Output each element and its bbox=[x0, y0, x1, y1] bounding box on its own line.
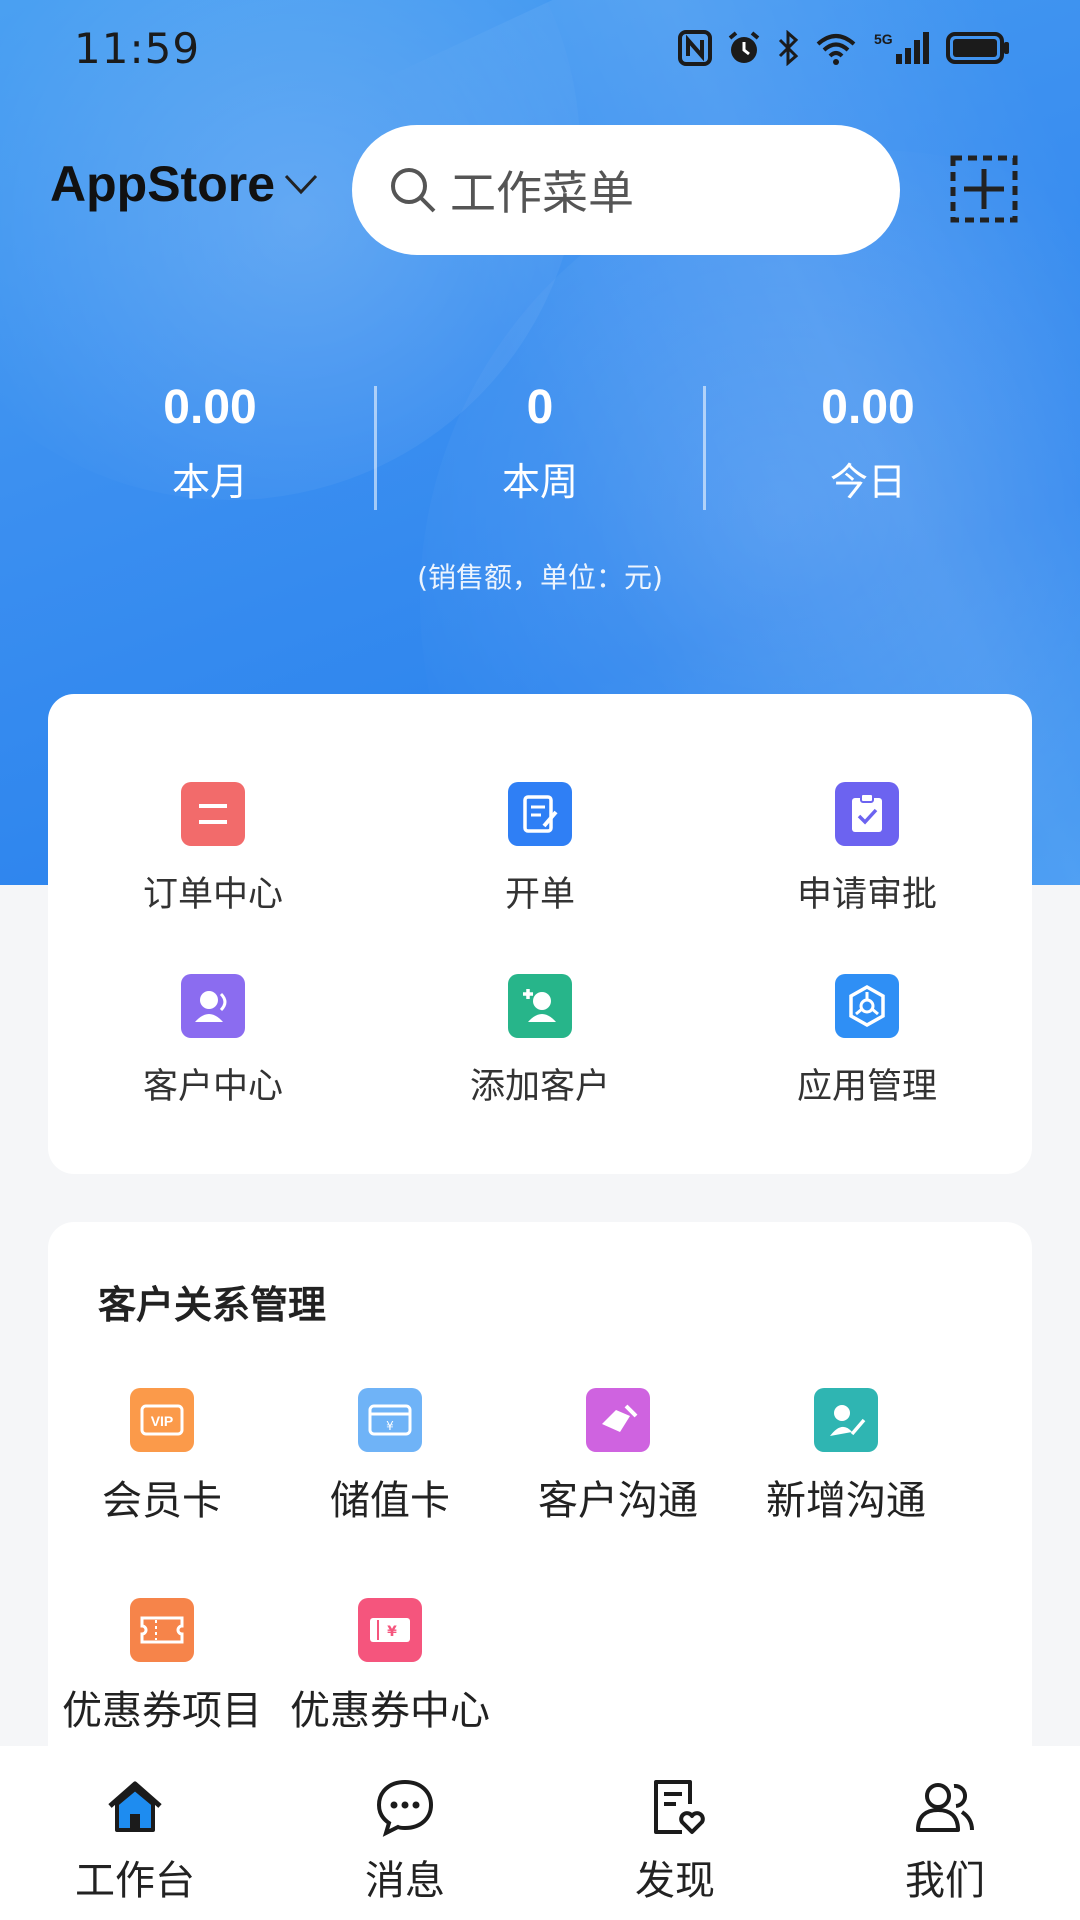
menu-item-order-center[interactable]: 订单中心 bbox=[48, 782, 378, 917]
crm-item-stored-value-card[interactable]: ¥ 储值卡 bbox=[276, 1388, 504, 1526]
app-manage-icon bbox=[835, 974, 899, 1038]
stat-label: 今日 bbox=[829, 460, 906, 504]
create-order-icon bbox=[508, 782, 572, 846]
svg-text:¥: ¥ bbox=[387, 1624, 397, 1640]
stats-note: (销售额，单位：元) bbox=[417, 561, 663, 594]
svg-text:5G: 5G bbox=[874, 31, 893, 47]
coupon-center-icon: ¥ bbox=[358, 1598, 422, 1662]
alarm-icon bbox=[728, 31, 760, 63]
add-customer-icon bbox=[508, 974, 572, 1038]
customer-communication-icon bbox=[586, 1388, 650, 1452]
stat-label: 本周 bbox=[501, 460, 578, 504]
message-icon bbox=[376, 1779, 434, 1837]
tab-label: 发现 bbox=[635, 1858, 715, 1904]
search-placeholder: 工作菜单 bbox=[450, 166, 634, 220]
tab-workbench[interactable]: 工作台 bbox=[0, 1774, 270, 1906]
menu-item-label: 应用管理 bbox=[796, 1067, 937, 1107]
tab-messages[interactable]: 消息 bbox=[270, 1774, 540, 1906]
sales-stats: 0.00 本月 0 本周 0.00 今日 bbox=[0, 380, 1080, 520]
new-communication-icon bbox=[814, 1388, 878, 1452]
tab-discover[interactable]: 发现 bbox=[540, 1774, 810, 1906]
stored-value-card-icon: ¥ bbox=[358, 1388, 422, 1452]
store-selector[interactable]: AppStore bbox=[50, 155, 319, 213]
menu-item-label: 申请审批 bbox=[796, 875, 937, 915]
home-icon bbox=[108, 1781, 162, 1832]
quick-menu-card: 订单中心 开单 申请审批 客户中心 添加客户 应用管理 bbox=[48, 694, 1032, 1174]
crm-item-label: 储值卡 bbox=[330, 1478, 450, 1524]
scan-add-icon[interactable] bbox=[950, 155, 1018, 223]
approval-icon bbox=[835, 782, 899, 846]
stat-value: 0 bbox=[526, 381, 554, 434]
menu-item-label: 开单 bbox=[504, 875, 575, 915]
stat-today[interactable]: 0.00 今日 bbox=[703, 380, 1033, 506]
crm-item-label: 新增沟通 bbox=[766, 1478, 926, 1524]
battery-icon bbox=[946, 32, 1009, 64]
crm-item-label: 客户沟通 bbox=[538, 1478, 698, 1524]
crm-item-label: 优惠券项目 bbox=[62, 1688, 262, 1734]
crm-card: 客户关系管理 VIP 会员卡 ¥ 储值卡 客户沟通 新增沟通 优惠券项目 ¥ 优… bbox=[48, 1222, 1032, 1782]
menu-item-label: 添加客户 bbox=[469, 1067, 610, 1107]
menu-item-customer-center[interactable]: 客户中心 bbox=[48, 974, 378, 1109]
menu-item-label: 订单中心 bbox=[142, 875, 283, 915]
stat-month[interactable]: 0.00 本月 bbox=[45, 380, 375, 506]
tab-us[interactable]: 我们 bbox=[810, 1774, 1080, 1906]
crm-item-coupon-center[interactable]: ¥ 优惠券中心 bbox=[276, 1598, 504, 1736]
customer-icon bbox=[181, 974, 245, 1038]
crm-item-coupon-item[interactable]: 优惠券项目 bbox=[48, 1598, 276, 1736]
stat-label: 本月 bbox=[171, 460, 248, 504]
order-icon bbox=[181, 782, 245, 846]
menu-item-approval[interactable]: 申请审批 bbox=[702, 782, 1032, 917]
status-icons: 5G bbox=[678, 30, 1010, 66]
signal-5g-icon: 5G bbox=[874, 31, 929, 64]
tab-label: 消息 bbox=[365, 1858, 445, 1904]
vip-card-icon: VIP bbox=[130, 1388, 194, 1452]
store-name: AppStore bbox=[50, 156, 275, 212]
menu-item-label: 客户中心 bbox=[142, 1067, 283, 1107]
section-title: 客户关系管理 bbox=[98, 1283, 327, 1327]
status-time: 11:59 bbox=[74, 24, 201, 73]
status-bar: 11:59 5G bbox=[0, 0, 1080, 100]
menu-item-create-order[interactable]: 开单 bbox=[375, 782, 705, 917]
crm-item-vip-card[interactable]: VIP 会员卡 bbox=[48, 1388, 276, 1526]
top-bar: AppStore 工作菜单 bbox=[0, 125, 1080, 255]
bluetooth-icon bbox=[778, 30, 799, 66]
crm-item-new-communication[interactable]: 新增沟通 bbox=[732, 1388, 960, 1526]
tab-label: 我们 bbox=[905, 1858, 985, 1904]
stat-value: 0.00 bbox=[163, 381, 257, 434]
crm-item-label: 优惠券中心 bbox=[290, 1688, 490, 1734]
stat-value: 0.00 bbox=[821, 381, 915, 434]
stat-week[interactable]: 0 本周 bbox=[375, 380, 705, 506]
nfc-icon bbox=[678, 30, 712, 66]
tab-label: 工作台 bbox=[75, 1858, 195, 1904]
crm-item-label: 会员卡 bbox=[102, 1478, 222, 1524]
search-input[interactable]: 工作菜单 bbox=[352, 125, 900, 255]
discover-icon bbox=[654, 1780, 705, 1834]
people-icon bbox=[916, 1783, 974, 1832]
menu-item-add-customer[interactable]: 添加客户 bbox=[375, 974, 705, 1109]
wifi-icon bbox=[816, 34, 856, 65]
svg-text:VIP: VIP bbox=[151, 1413, 174, 1429]
chevron-down-icon bbox=[284, 174, 318, 195]
crm-item-customer-communication[interactable]: 客户沟通 bbox=[504, 1388, 732, 1526]
menu-item-app-manage[interactable]: 应用管理 bbox=[702, 974, 1032, 1109]
bottom-nav: 工作台 消息 发现 我们 bbox=[0, 1746, 1080, 1920]
svg-text:¥: ¥ bbox=[386, 1419, 394, 1433]
coupon-item-icon bbox=[130, 1598, 194, 1662]
search-icon bbox=[391, 168, 436, 213]
